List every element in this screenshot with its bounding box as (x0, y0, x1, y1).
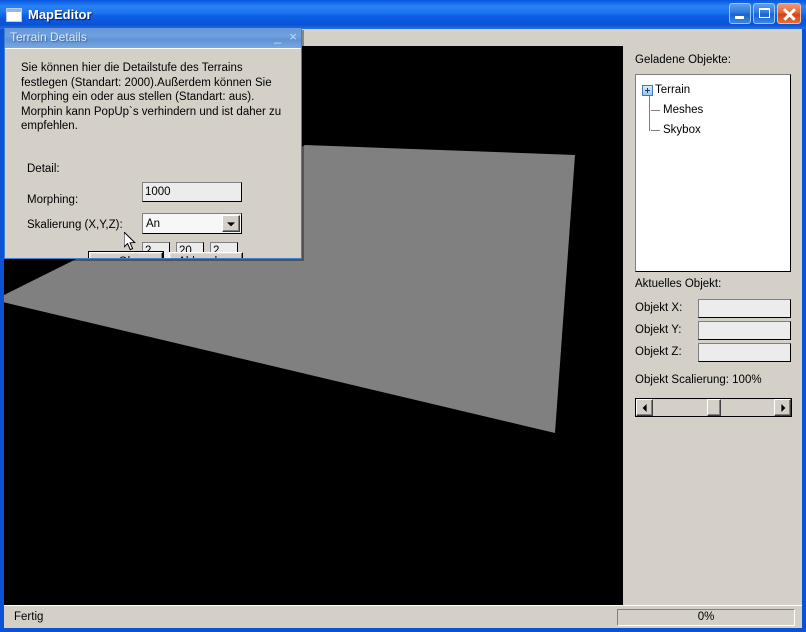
tree-elbow-icon (650, 125, 661, 136)
titlebar-buttons (729, 3, 801, 24)
morphing-combobox[interactable]: An (142, 213, 242, 234)
status-progress: 0% (617, 609, 795, 626)
morphing-label: Morphing: (27, 194, 78, 206)
object-x-label: Objekt X: (635, 302, 698, 314)
object-y-label: Objekt Y: (635, 324, 698, 336)
object-y-field[interactable] (698, 321, 791, 340)
dialog-title: Terrain Details (10, 30, 87, 44)
object-scaling-label: Objekt Scalierung: 100% (635, 374, 762, 386)
tree-item-label: Terrain (655, 84, 690, 96)
application-icon (6, 8, 22, 22)
dialog-close-icon[interactable]: × (289, 30, 297, 44)
object-z-label: Objekt Z: (635, 346, 698, 358)
terrain-details-dialog: Terrain Details _ × Sie können hier die … (4, 28, 302, 259)
morphing-label-row: Morphing: (27, 190, 78, 210)
morphing-value: An (143, 218, 222, 230)
dialog-description: Sie können hier die Detailstufe des Terr… (21, 61, 283, 134)
object-scaling-scrollbar[interactable] (635, 398, 792, 417)
object-x-field[interactable] (698, 299, 791, 318)
status-message: Fertig (14, 611, 43, 623)
scrollbar-thumb[interactable] (707, 399, 721, 416)
maximize-icon (759, 8, 770, 18)
tree-item-label: Meshes (663, 104, 703, 116)
main-titlebar[interactable]: MapEditor (0, 0, 806, 29)
tree-inner: Terrain Meshes Skybox (636, 75, 790, 140)
scaling-label-row: Skalierung (X,Y,Z): (27, 215, 123, 235)
object-z-field[interactable] (698, 343, 791, 362)
statusbar: Fertig 0% (4, 605, 802, 628)
detail-input[interactable] (142, 182, 242, 202)
detail-label-row: Detail: (27, 159, 60, 179)
dialog-body: Sie können hier die Detailstufe des Terr… (5, 48, 302, 259)
maximize-button[interactable] (753, 3, 775, 24)
ok-button[interactable]: Ok (89, 252, 163, 259)
application-window: MapEditor Geladene Objekte: (0, 0, 806, 632)
object-x-row: Objekt X: (635, 298, 791, 318)
scaling-label: Skalierung (X,Y,Z): (27, 219, 123, 231)
minimize-button[interactable] (729, 3, 751, 24)
arrow-right-icon[interactable] (774, 399, 791, 416)
titlebar-left-group: MapEditor (6, 0, 92, 29)
current-object-label: Aktuelles Objekt: (635, 278, 721, 290)
detail-label: Detail: (27, 163, 60, 175)
dialog-titlebar-buttons: _ × (274, 30, 297, 44)
close-button[interactable] (777, 3, 801, 24)
tree-item-terrain[interactable]: Terrain (636, 80, 790, 100)
tree-elbow-icon (650, 105, 661, 116)
object-y-row: Objekt Y: (635, 320, 791, 340)
dialog-minimize-icon[interactable]: _ (274, 30, 281, 44)
tree-item-meshes[interactable]: Meshes (636, 100, 790, 120)
window-title: MapEditor (28, 7, 92, 22)
scrollbar-track[interactable] (653, 399, 774, 416)
minimize-icon (735, 16, 744, 19)
plus-box-icon[interactable] (642, 85, 653, 96)
right-panel: Geladene Objekte: Terrain Meshes Skybox (625, 46, 802, 605)
chevron-down-icon[interactable] (222, 215, 240, 232)
loaded-objects-label: Geladene Objekte: (635, 54, 731, 66)
object-z-row: Objekt Z: (635, 342, 791, 362)
tree-item-label: Skybox (663, 124, 701, 136)
arrow-left-icon[interactable] (636, 399, 653, 416)
tree-item-skybox[interactable]: Skybox (636, 120, 790, 140)
loaded-objects-tree[interactable]: Terrain Meshes Skybox (635, 74, 791, 272)
dialog-titlebar[interactable]: Terrain Details _ × (5, 28, 302, 48)
cancel-button[interactable]: Abbrechen (169, 252, 243, 259)
